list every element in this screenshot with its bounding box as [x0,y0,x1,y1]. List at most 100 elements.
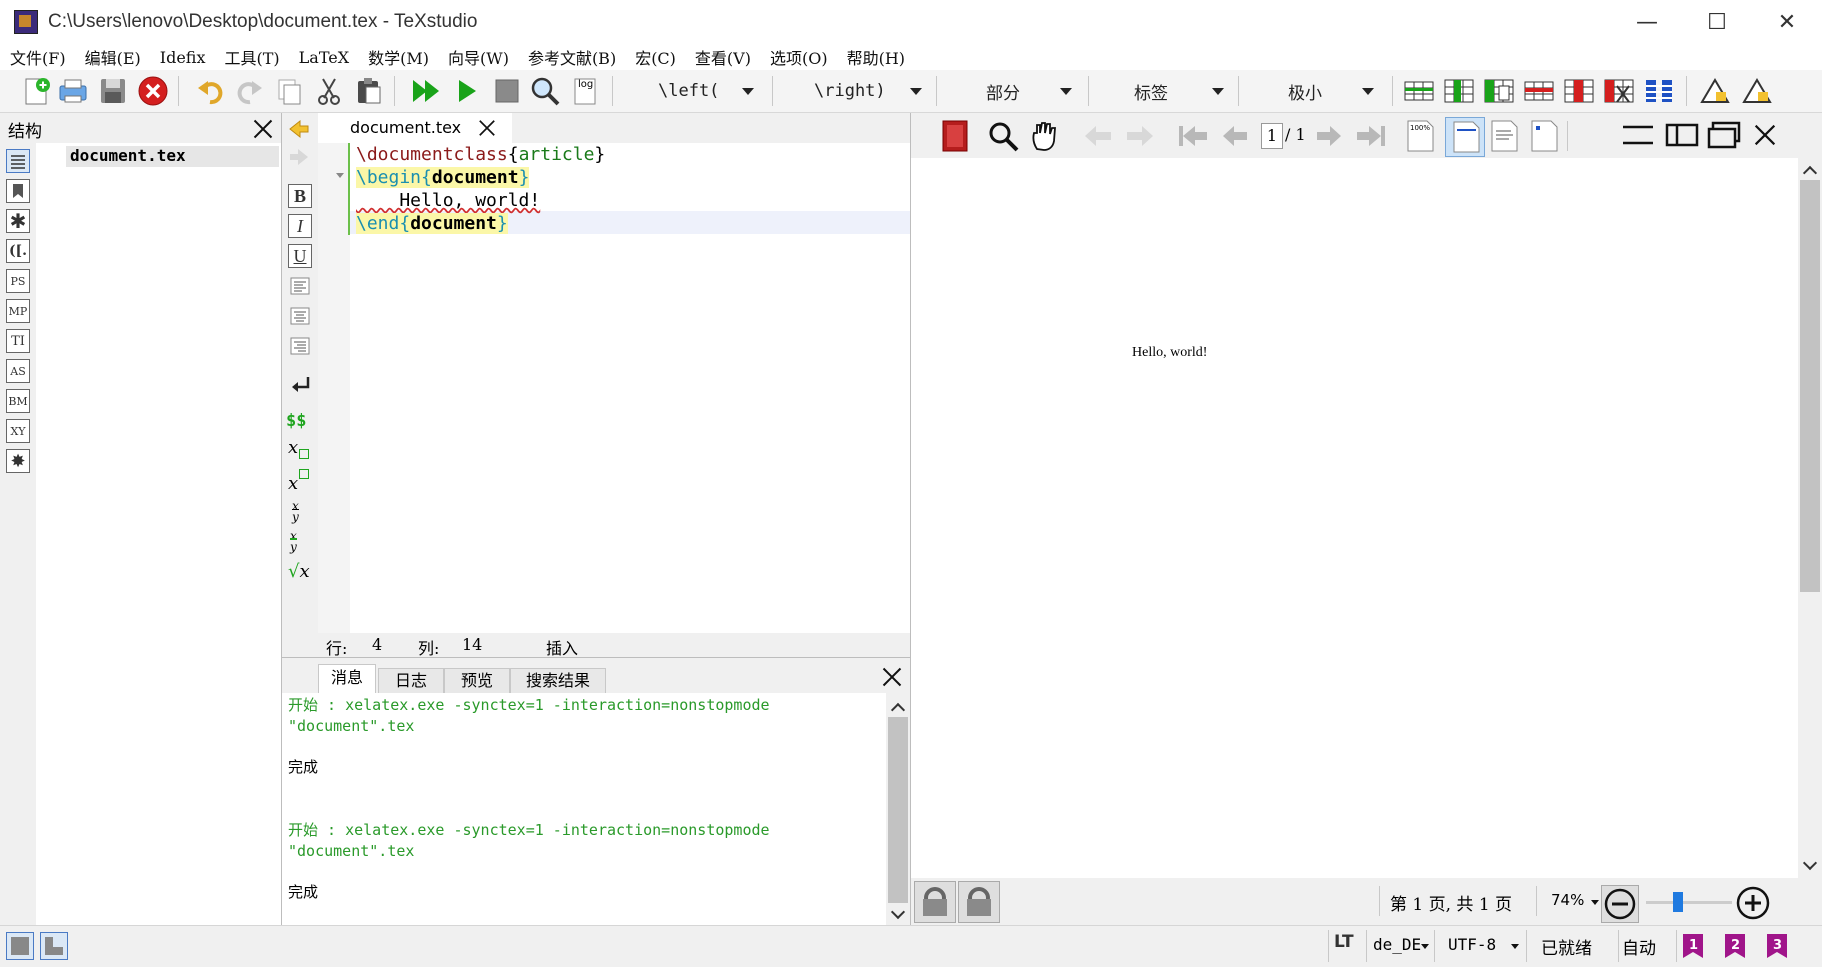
menu-macros[interactable]: 宏(C) [635,45,676,69]
menu-help[interactable]: 帮助(H) [847,45,905,69]
scroll-up-icon[interactable] [1802,165,1818,181]
subscript-icon[interactable]: x [288,437,310,459]
scroll-up-icon[interactable] [890,702,906,718]
code-editor[interactable]: \documentclass{article} \begin{document}… [350,143,910,633]
zoom-out-button[interactable] [1601,885,1639,923]
fit-page-icon[interactable] [1529,119,1559,157]
fraction-icon[interactable]: xy [292,500,299,524]
scroll-down-icon[interactable] [890,904,906,920]
pdf-scrollbar[interactable] [1798,158,1822,878]
add-column-icon[interactable] [1442,75,1476,107]
bookmark-1-icon[interactable]: 1 [1680,932,1706,964]
windowed-viewer-icon[interactable] [1707,121,1741,153]
align-center-icon[interactable] [290,307,310,329]
tab-log[interactable]: 日志 [378,668,444,694]
menu-bibliography[interactable]: 参考文献(B) [528,45,616,69]
pstricks-icon[interactable]: PS [6,269,30,293]
toggle-messages-icon[interactable] [40,932,68,960]
embed-viewer-icon[interactable] [1665,121,1699,153]
underline-button[interactable]: U [288,244,312,268]
tab-document-tex[interactable]: document.tex [318,113,512,143]
math-mode-icon[interactable]: $$ [286,411,306,431]
spell-language[interactable]: de_DE [1373,935,1421,954]
new-file-icon[interactable] [20,75,54,107]
brackets-icon[interactable]: ([. [6,239,30,263]
pdf-back-icon[interactable] [1083,123,1113,153]
bookmark-3-icon[interactable]: 3 [1764,932,1790,964]
back-arrow-icon[interactable] [288,119,310,143]
save-icon[interactable] [96,75,130,107]
sqrt-icon[interactable]: √x [288,561,310,582]
symbols-icon[interactable]: ✱ [6,209,30,233]
left-delimiter-combo[interactable]: \left( [620,75,762,107]
menu-wizards[interactable]: 向导(W) [448,45,509,69]
warning-triangle-icon[interactable] [1698,75,1732,107]
insert-column-icon[interactable] [1482,75,1516,107]
menu-options[interactable]: 选项(O) [770,45,828,69]
dfrac-icon[interactable]: xy [290,530,297,554]
menu-math[interactable]: 数学(M) [368,45,429,69]
sync-lock-icon[interactable] [914,881,956,923]
table-icon[interactable] [1402,75,1436,107]
fold-marker-icon[interactable] [336,173,344,178]
tab-messages[interactable]: 消息 [318,664,376,693]
section-combo[interactable]: 部分 [944,75,1080,107]
beamer-icon[interactable]: BM [6,389,30,413]
zoom-dropdown-icon[interactable] [1591,900,1599,905]
warning-triangle-next-icon[interactable] [1740,75,1774,107]
minimize-button[interactable]: — [1612,0,1682,44]
paste-icon[interactable] [352,75,386,107]
pdf-book-icon[interactable] [939,119,971,157]
close-file-icon[interactable] [136,75,170,107]
zoom-slider-thumb[interactable] [1673,892,1683,912]
zoom-level[interactable]: 74% [1551,891,1584,909]
chevron-down-icon[interactable] [1511,944,1519,949]
tab-preview[interactable]: 预览 [444,668,510,694]
page-number-input[interactable]: 1 [1261,123,1283,149]
close-tab-icon[interactable] [478,119,497,138]
asymptote-icon[interactable]: AS [6,359,30,383]
delete-row-icon[interactable] [1522,75,1556,107]
structure-list-icon[interactable] [6,149,30,173]
forward-arrow-icon[interactable] [288,147,310,171]
next-page-icon[interactable] [1315,123,1343,153]
maximize-button[interactable]: ☐ [1682,0,1752,44]
pdf-forward-icon[interactable] [1125,123,1155,153]
bold-button[interactable]: B [288,184,312,208]
label-combo[interactable]: 标签 [1096,75,1232,107]
languagetool-icon[interactable]: LT [1334,932,1354,952]
messages-scrollbar[interactable] [886,693,910,925]
bookmark-icon[interactable] [6,179,30,203]
align-columns-icon[interactable] [1642,75,1676,107]
newline-icon[interactable] [290,375,312,399]
size-combo[interactable]: 极小 [1246,75,1382,107]
metapost-icon[interactable]: MP [6,299,30,323]
close-structure-icon[interactable] [252,118,274,140]
menu-latex[interactable]: LaTeX [299,48,349,67]
chevron-down-icon[interactable] [1421,944,1429,949]
cut-column-icon[interactable] [1602,75,1636,107]
insert-mode[interactable]: 插入 [546,635,578,659]
pdf-search-icon[interactable] [987,120,1021,158]
last-page-icon[interactable] [1355,123,1387,153]
fit-width-button[interactable] [1445,117,1485,157]
view-log-icon[interactable]: log [568,75,602,107]
redo-icon[interactable] [232,75,266,107]
align-right-icon[interactable] [290,337,310,359]
close-window-button[interactable]: ✕ [1752,0,1822,44]
align-left-icon[interactable] [290,277,310,299]
fit-text-icon[interactable] [1489,119,1519,157]
first-page-icon[interactable] [1177,123,1209,153]
pdf-page-view[interactable]: Hello, world! [911,158,1798,878]
toggle-bar-icon[interactable] [1621,121,1655,153]
menu-idefix[interactable]: Idefix [160,48,206,67]
tikz-icon[interactable]: TI [6,329,30,353]
pdf-scroll-thumb[interactable] [1800,180,1820,592]
right-delimiter-combo[interactable]: \right) [780,75,930,107]
italic-button[interactable]: I [288,214,312,238]
superscript-icon[interactable]: x [288,469,310,494]
cut-icon[interactable] [312,75,346,107]
special-symbols-icon[interactable]: ✸ [6,449,30,473]
view-pdf-icon[interactable] [528,75,562,107]
structure-root-item[interactable]: document.tex [66,146,279,167]
